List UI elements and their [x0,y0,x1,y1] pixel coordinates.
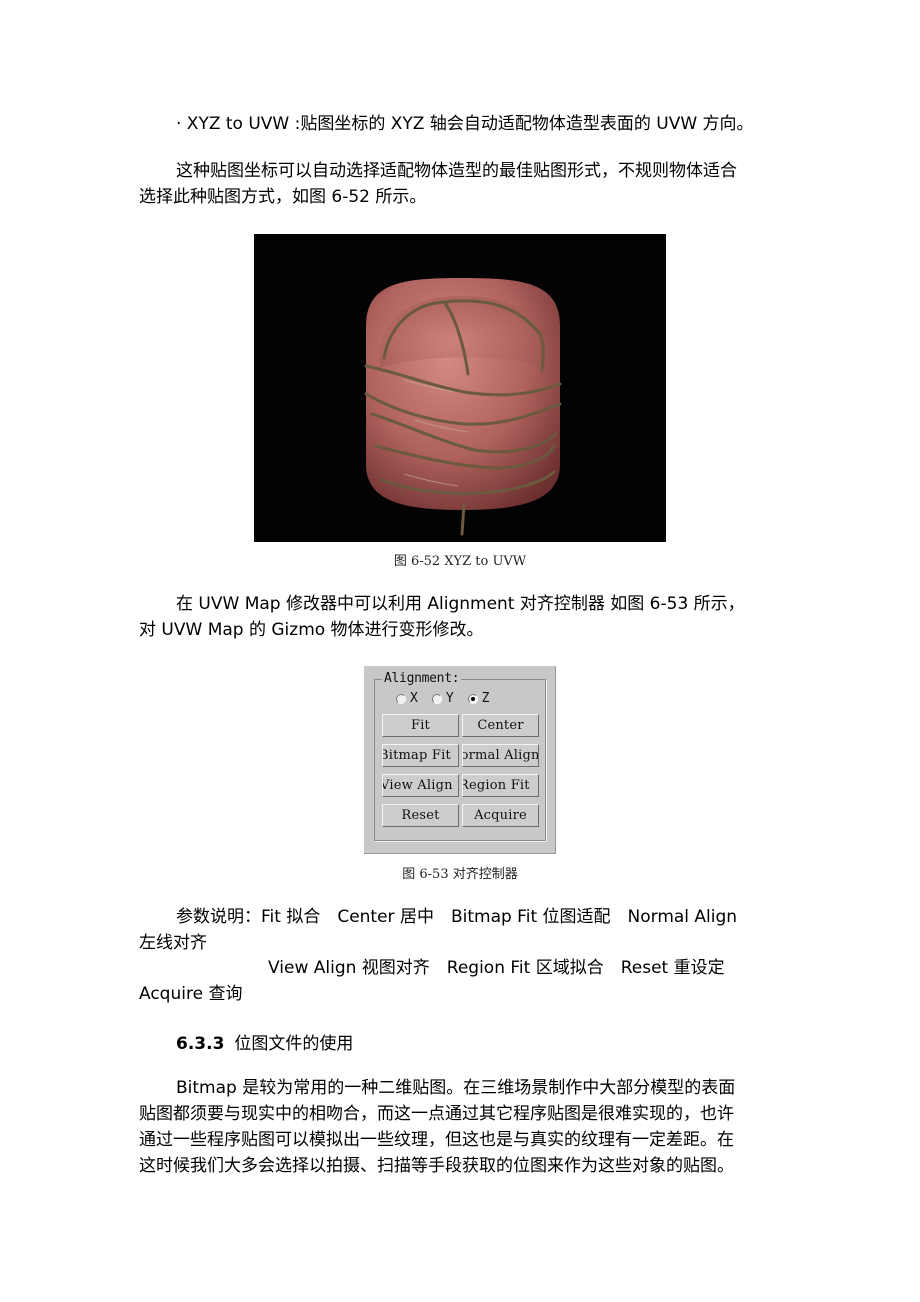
bitmap-paragraph-line-2: 贴图都须要与现实中的相吻合，而这一点通过其它程序贴图是很难实现的，也许 [139,1104,734,1124]
figure-6-53-caption: 图 6-53 对齐控制器 [402,867,518,882]
radio-x-indicator[interactable] [396,693,406,704]
params-line-4: Acquire 查询 [139,984,243,1004]
textured-cylinder-image [364,278,562,536]
params-line-2: 左线对齐 [139,933,207,953]
bitmap-fit-button[interactable]: Bitmap Fit [382,744,459,767]
alignment-panel: Alignment: X Y Z Fit Center Bitmap Fit N… [364,666,556,854]
reset-button[interactable]: Reset [382,804,459,827]
radio-y-label: Y [445,691,454,706]
radio-z-indicator[interactable] [467,693,478,704]
normal-align-button[interactable]: Normal Align [462,744,539,767]
params-line-3: View Align 视图对齐 Region Fit 区域拟合 Reset 重设… [268,958,725,978]
bullet-xyz-to-uvw: · XYZ to UVW :贴图坐标的 XYZ 轴会自动适配物体造型表面的 UV… [176,114,754,134]
intro-paragraph-line-1: 这种贴图坐标可以自动选择适配物体造型的最佳贴图形式，不规则物体适合 [176,161,737,181]
radio-x-label: X [410,691,418,706]
figure-6-52-caption: 图 6-52 XYZ to UVW [393,554,527,569]
alignment-paragraph-line-2: 对 UVW Map 的 Gizmo 物体进行变形修改。 [139,620,484,640]
radio-y-indicator[interactable] [431,693,442,704]
intro-paragraph-line-2: 选择此种贴图方式，如图 6-52 所示。 [139,187,427,207]
figure-6-52-render [254,234,666,542]
bitmap-paragraph-line-3: 通过一些程序贴图可以模拟出一些纹理，但这也是与真实的纹理有一定差距。在 [139,1130,734,1150]
bitmap-paragraph-line-1: Bitmap 是较为常用的一种二维贴图。在三维场景制作中大部分模型的表面 [176,1078,736,1098]
alignment-group-label: Alignment: [382,671,462,686]
radio-z-label: Z [481,691,490,706]
radio-y[interactable]: Y [431,691,454,706]
fit-button[interactable]: Fit [382,714,459,737]
bitmap-paragraph-line-4: 这时候我们大多会选择以拍摄、扫描等手段获取的位图来作为这些对象的贴图。 [139,1156,734,1176]
center-button[interactable]: Center [462,714,539,737]
region-fit-button[interactable]: Region Fit [462,774,539,797]
radio-z[interactable]: Z [467,691,490,706]
alignment-paragraph-line-1: 在 UVW Map 修改器中可以利用 Alignment 对齐控制器 如图 6-… [176,594,745,614]
section-title: 位图文件的使用 [234,1034,354,1054]
acquire-button[interactable]: Acquire [462,804,539,827]
axis-radio-group: X Y Z [396,691,489,706]
params-line-1: 参数说明：Fit 拟合 Center 居中 Bitmap Fit 位图适配 No… [176,907,738,927]
view-align-button[interactable]: View Align [382,774,459,797]
section-heading: 6.3.3 位图文件的使用 [176,1029,353,1054]
section-number: 6.3.3 [176,1034,225,1054]
radio-x[interactable]: X [396,691,418,706]
